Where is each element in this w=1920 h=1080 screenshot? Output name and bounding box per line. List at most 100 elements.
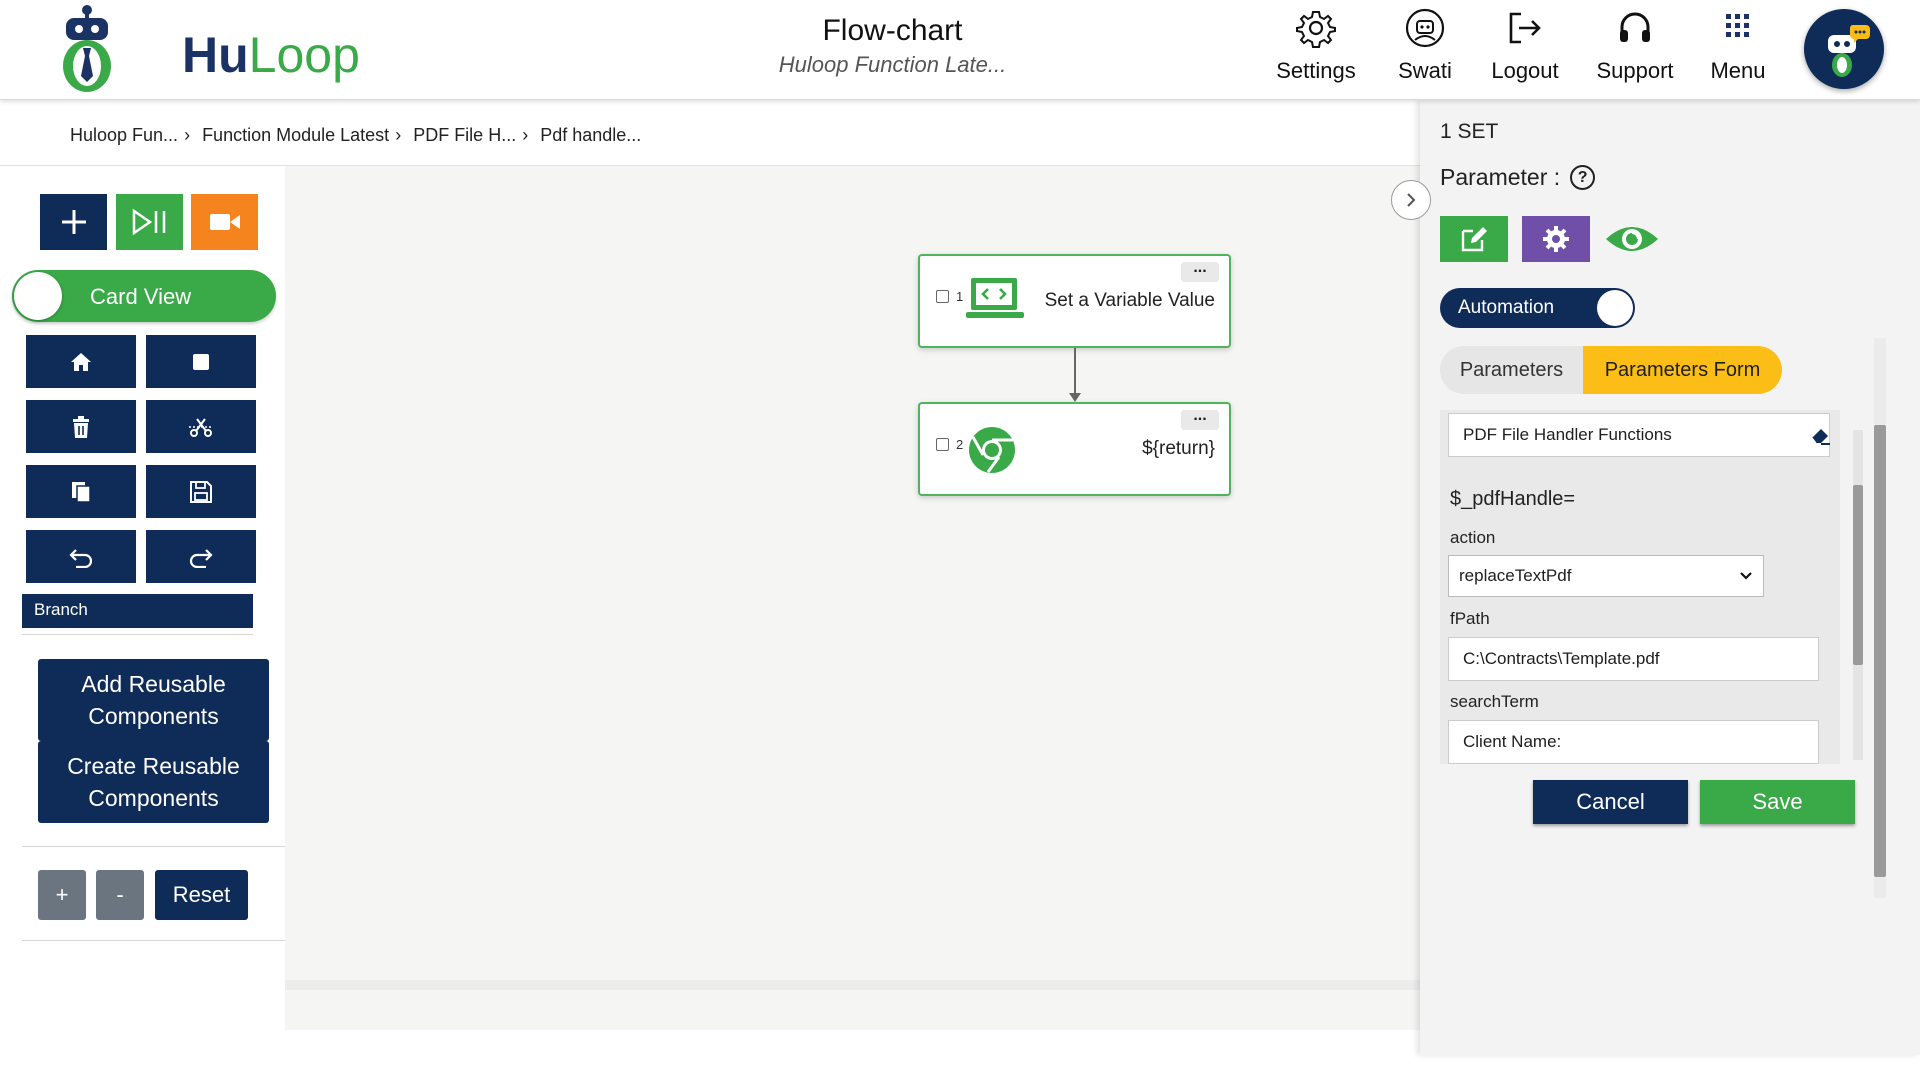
- variable-assignment-label: $_pdfHandle=: [1450, 488, 1576, 510]
- assistant-bot-avatar[interactable]: [1804, 9, 1884, 89]
- record-video-button[interactable]: [191, 194, 258, 250]
- automation-toggle[interactable]: Automation: [1440, 288, 1635, 328]
- undo-button[interactable]: [26, 530, 136, 583]
- flow-node[interactable]: 2 ... ${return}: [918, 402, 1231, 496]
- run-pause-button[interactable]: [116, 194, 183, 250]
- toolbar-divider: [22, 846, 285, 847]
- toggle-knob: [14, 272, 62, 320]
- reset-zoom-button[interactable]: Reset: [155, 870, 248, 920]
- play-pause-icon: [132, 208, 165, 236]
- breadcrumb-item-2[interactable]: Function Module Latest: [202, 125, 389, 146]
- gear-icon: [1543, 226, 1569, 252]
- preview-eye-button[interactable]: [1604, 216, 1660, 262]
- page-title: Flow-chart: [822, 14, 963, 47]
- canvas-horizontal-scrollbar[interactable]: [285, 980, 1420, 990]
- nav-logout[interactable]: Logout: [1465, 8, 1585, 84]
- parameters-form: PDF File Handler Functions $_pdfHandle= …: [1440, 410, 1840, 764]
- flowchart-canvas[interactable]: [285, 166, 1420, 1030]
- node-number: 1: [956, 289, 964, 304]
- headset-icon: [1620, 12, 1650, 42]
- toggle-knob: [1597, 290, 1633, 326]
- node-more-options-button[interactable]: ...: [1181, 260, 1219, 282]
- chatbot-icon: [1828, 25, 1870, 77]
- scissors-icon: [189, 417, 213, 437]
- tab-parameters[interactable]: Parameters: [1440, 346, 1583, 394]
- panel-scrollbar-thumb[interactable]: [1874, 425, 1886, 877]
- node-select-checkbox[interactable]: [936, 438, 949, 451]
- code-laptop-icon: [966, 278, 1024, 318]
- help-icon[interactable]: ?: [1570, 165, 1596, 190]
- nav-settings[interactable]: Settings: [1256, 8, 1376, 84]
- parameter-heading: Parameter : ?: [1440, 164, 1596, 191]
- home-button[interactable]: [26, 335, 136, 388]
- nav-support-label: Support: [1596, 58, 1674, 83]
- cancel-button[interactable]: Cancel: [1533, 780, 1688, 824]
- settings-button[interactable]: [1522, 216, 1590, 262]
- save-flow-button[interactable]: [146, 465, 256, 518]
- node-select-checkbox[interactable]: [936, 290, 949, 303]
- card-view-label: Card View: [90, 284, 192, 309]
- add-reusable-components-button[interactable]: Add Reusable Components: [38, 659, 269, 741]
- tab-parameters-form[interactable]: Parameters Form: [1583, 346, 1782, 394]
- nav-menu-label: Menu: [1710, 58, 1766, 83]
- flow-connector: [1074, 348, 1076, 396]
- chevron-right-icon: ›: [395, 125, 402, 145]
- breadcrumb-item-1[interactable]: Huloop Fun...: [70, 125, 178, 146]
- user-robot-icon: [1405, 8, 1445, 48]
- floppy-disk-icon: [190, 480, 212, 503]
- fpath-label: fPath: [1450, 609, 1490, 628]
- form-scrollbar-thumb[interactable]: [1853, 485, 1863, 665]
- left-toolbar: Card View Branch Add Reusable Components…: [0, 166, 285, 1080]
- chevron-right-icon: [1407, 193, 1416, 207]
- trash-icon: [73, 415, 89, 438]
- cut-button[interactable]: [146, 400, 256, 453]
- toolbar-divider: [22, 940, 285, 941]
- edit-button[interactable]: [1440, 216, 1508, 262]
- redo-button[interactable]: [146, 530, 256, 583]
- node-more-options-button[interactable]: ...: [1181, 408, 1219, 430]
- card-view-toggle[interactable]: Card View: [12, 270, 276, 322]
- fpath-input[interactable]: C:\Contracts\Template.pdf: [1448, 637, 1819, 681]
- create-reusable-components-button[interactable]: Create Reusable Components: [38, 741, 269, 823]
- parameter-label: Parameter :: [1440, 164, 1561, 190]
- home-icon: [71, 352, 91, 371]
- nav-support[interactable]: Support: [1575, 8, 1695, 84]
- plus-icon: [61, 210, 86, 234]
- grid-menu-icon: [1726, 14, 1749, 37]
- node-number: 2: [956, 437, 964, 452]
- copy-button[interactable]: [26, 465, 136, 518]
- function-name-field[interactable]: PDF File Handler Functions: [1448, 413, 1830, 457]
- fpath-value: C:\Contracts\Template.pdf: [1463, 649, 1660, 668]
- nav-menu[interactable]: Menu: [1678, 8, 1798, 84]
- add-step-button[interactable]: [40, 194, 107, 250]
- branch-button[interactable]: Branch: [22, 594, 253, 628]
- logo-wordmark: HuLoop: [182, 27, 360, 83]
- properties-panel: 1 SET Parameter : ? Automation Parameter…: [1420, 100, 1920, 1055]
- eye-icon: [1606, 227, 1658, 251]
- node-label: Set a Variable Value: [1044, 290, 1215, 311]
- chevron-down-icon: [1740, 572, 1752, 580]
- eraser-icon[interactable]: [1809, 424, 1831, 446]
- automation-label: Automation: [1458, 297, 1555, 318]
- delete-button[interactable]: [26, 400, 136, 453]
- video-camera-icon: [209, 214, 240, 230]
- nav-settings-label: Settings: [1276, 58, 1356, 83]
- huloop-logo[interactable]: HuLoop: [50, 2, 360, 98]
- step-set-label: 1 SET: [1440, 120, 1499, 143]
- breadcrumb-item-4[interactable]: Pdf handle...: [540, 125, 641, 146]
- breadcrumb-item-3[interactable]: PDF File H...: [413, 125, 516, 146]
- search-term-input[interactable]: Client Name:: [1448, 720, 1819, 764]
- zoom-out-button[interactable]: -: [96, 870, 144, 920]
- stop-button[interactable]: [146, 335, 256, 388]
- save-button[interactable]: Save: [1700, 780, 1855, 824]
- action-selected-value: replaceTextPdf: [1459, 566, 1572, 585]
- zoom-in-button[interactable]: +: [38, 870, 86, 920]
- flow-node[interactable]: 1 ... Set a Variable Value: [918, 254, 1231, 348]
- top-header: HuLoop Flow-chart Huloop Function Late..…: [0, 0, 1920, 100]
- toolbar-divider: [22, 634, 253, 635]
- arrow-down-icon: [1069, 393, 1081, 402]
- action-select[interactable]: replaceTextPdf: [1448, 555, 1764, 597]
- logout-icon: [1509, 12, 1541, 44]
- collapse-panel-button[interactable]: [1391, 180, 1431, 220]
- redo-icon: [189, 548, 213, 568]
